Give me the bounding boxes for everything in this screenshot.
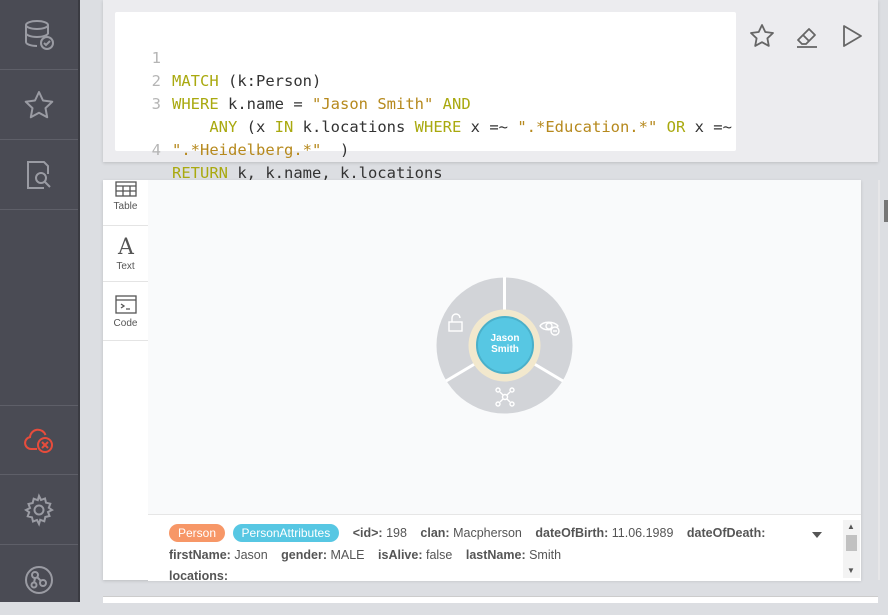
clear-editor-button[interactable] [791,20,823,52]
sidebar-favorites-button[interactable] [0,70,78,140]
database-check-icon [25,19,54,50]
property-value: false [425,548,453,562]
chevron-down-icon [812,532,822,538]
code-text: ".*Heidelberg.*" ) [172,141,350,159]
property-key: clan: [420,526,450,540]
property-value: Jason [234,548,268,562]
neo4j-browser-icon [25,566,53,594]
table-icon [114,181,137,197]
tab-label: Text [116,261,135,272]
node-caption: Jason Smith [490,333,520,355]
property-key: locations: [169,569,229,580]
inspector-row: locations: [169,569,228,580]
property-key: gender: [281,548,327,562]
tab-label: Code [113,318,138,329]
property-key: dateOfBirth: [535,526,609,540]
tab-text[interactable]: A Text [103,225,148,282]
query-editor[interactable]: 1 MATCH (k:Person) 2 WHERE k.name = "Jas… [115,12,736,182]
hide-node-button[interactable] [539,317,561,342]
property-key: dateOfDeath: [686,526,766,540]
label-pill-person[interactable]: Person [169,524,226,542]
scroll-up-icon[interactable]: ▲ [847,522,855,531]
frame-gutter [878,180,880,580]
expand-inspector-button[interactable] [811,527,823,545]
expand-relationships-icon [495,387,515,407]
property-value: 198 [386,526,407,540]
label-pill-personattributes[interactable]: PersonAttributes [232,524,340,542]
code-text: ANY (x IN k.locations WHERE x =~ ".*Educ… [172,118,732,136]
eye-hide-icon [539,321,560,336]
inspector-scrollbar[interactable]: ▲ ▼ [843,520,860,578]
code-icon [114,295,137,314]
code-text: WHERE k.name = "Jason Smith" AND [172,95,471,113]
scrollbar-thumb[interactable] [846,535,857,551]
property-value: 11.06.1989 [611,526,674,540]
property-value: Smith [529,548,562,562]
star-icon [24,90,54,118]
tab-table[interactable]: Table [103,180,148,226]
line-number: 4 [151,141,161,159]
star-outline-icon [750,24,774,47]
tab-label: Table [113,201,138,212]
property-value: Macpherson [453,526,522,540]
gear-icon [24,492,54,527]
property-key: firstName: [169,548,231,562]
play-icon [843,25,862,47]
sidebar-connection-button[interactable] [0,405,78,475]
eraser-icon [797,28,817,48]
svg-text:A: A [117,235,135,259]
sidebar-documents-button[interactable] [0,140,78,210]
sidebar-database-button[interactable] [0,0,78,70]
inspector-row: firstName: Jason gender: MALE isAlive: f… [169,548,571,562]
tab-code[interactable]: Code [103,281,148,341]
sidebar-divider [78,0,80,602]
favorite-button[interactable] [746,20,778,52]
cloud-disconnected-icon [24,428,53,453]
scroll-down-icon[interactable]: ▼ [847,566,855,575]
text-icon: A [117,235,135,259]
unlock-node-button[interactable] [446,313,466,338]
sidebar-about-button[interactable] [0,545,78,615]
page-scrollbar[interactable] [884,200,888,222]
view-tabs: Table A Text Code [103,180,149,580]
document-search-icon [27,160,51,189]
property-value: MALE [330,548,365,562]
code-text: MATCH (k:Person) [172,72,322,90]
property-key: lastName: [465,548,526,562]
inspector-row: Person PersonAttributes <id>: 198 clan: … [169,524,765,542]
property-key: isAlive: [378,548,423,562]
expand-node-button[interactable] [494,386,516,413]
property-key: <id>: [352,526,383,540]
left-sidebar [0,0,78,602]
run-query-button[interactable] [836,20,868,52]
unlock-icon [448,313,463,332]
sidebar-settings-button[interactable] [0,475,78,545]
